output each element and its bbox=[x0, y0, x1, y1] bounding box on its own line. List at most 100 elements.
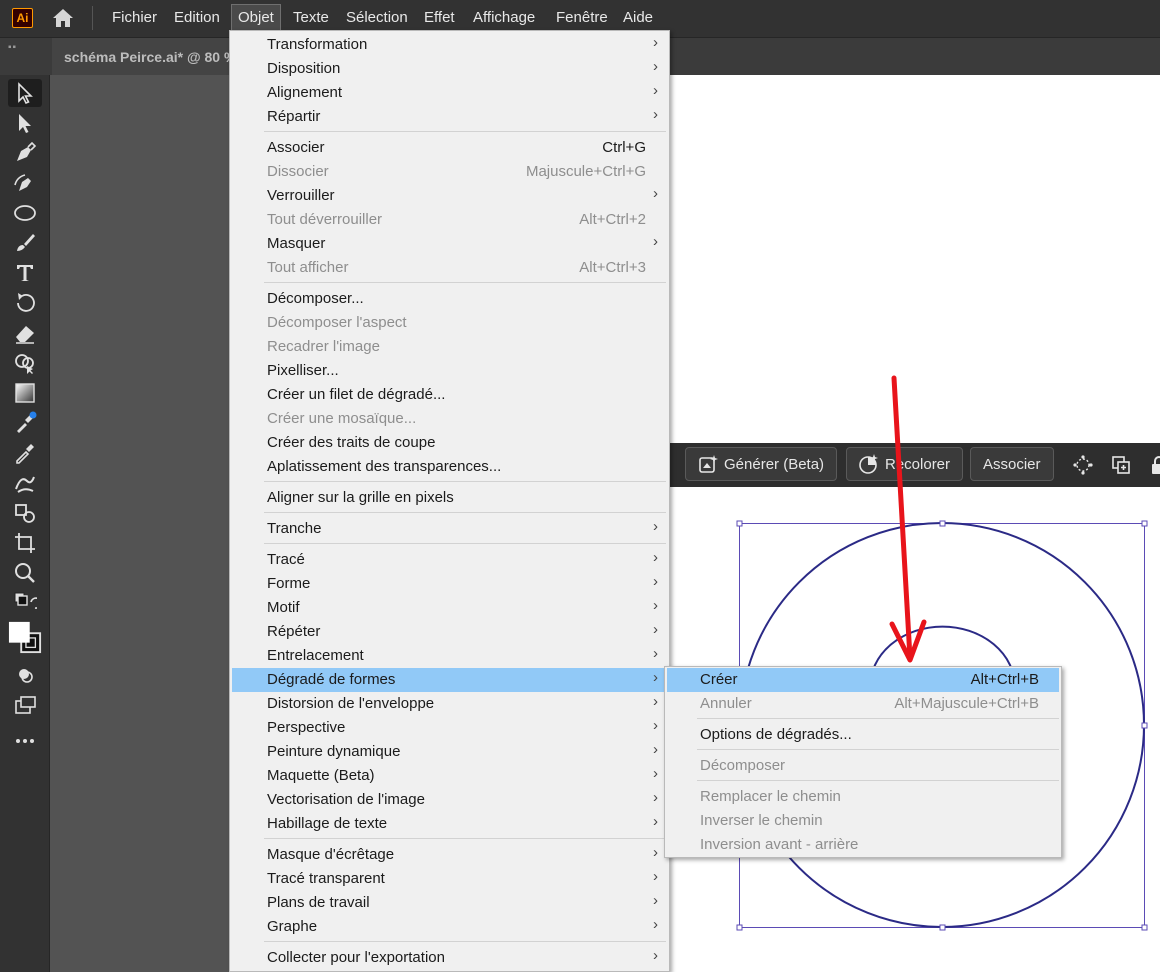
symbol-sprayer-tool-icon[interactable] bbox=[8, 499, 42, 527]
submenu-item-creer[interactable]: Créer Alt+Ctrl+B bbox=[667, 668, 1059, 692]
menu-separator bbox=[264, 131, 666, 132]
eyedropper-tool-icon[interactable] bbox=[8, 439, 42, 467]
menu-objet[interactable]: Objet bbox=[231, 4, 281, 31]
menu-item-vectorisation-de-l-image[interactable]: Vectorisation de l'image › bbox=[232, 788, 668, 812]
menu-item-collecter-pour-l-exportation[interactable]: Collecter pour l'exportation › bbox=[232, 946, 668, 970]
menu-item-graphe[interactable]: Graphe › bbox=[232, 915, 668, 939]
menu-item-maquette-beta[interactable]: Maquette (Beta) › bbox=[232, 764, 668, 788]
pen-tool-icon[interactable] bbox=[8, 139, 42, 167]
home-icon[interactable] bbox=[50, 6, 76, 30]
menu-item-aligner-sur-la-grille-en-pixels[interactable]: Aligner sur la grille en pixels bbox=[232, 486, 668, 510]
menu-item-plans-de-travail[interactable]: Plans de travail › bbox=[232, 891, 668, 915]
submenu-item-label: Décomposer bbox=[700, 757, 786, 774]
menu-item-label: Aligner sur la grille en pixels bbox=[267, 489, 454, 506]
menu-item-entrelacement[interactable]: Entrelacement › bbox=[232, 644, 668, 668]
menu-item-distorsion-de-l-enveloppe[interactable]: Distorsion de l'enveloppe › bbox=[232, 692, 668, 716]
menu-item-aplatissement-des-transparences[interactable]: Aplatissement des transparences... bbox=[232, 455, 668, 479]
menu-item-tout-deverrouiller: Tout déverrouiller Alt+Ctrl+2 bbox=[232, 208, 668, 232]
selection-tool-icon[interactable] bbox=[8, 79, 42, 107]
menu-item-masquer[interactable]: Masquer › bbox=[232, 232, 668, 256]
submenu-separator bbox=[697, 718, 1059, 719]
shape-builder-tool-icon[interactable] bbox=[8, 349, 42, 377]
menu-item-label: Décomposer l'aspect bbox=[267, 314, 407, 331]
menu-item-peinture-dynamique[interactable]: Peinture dynamique › bbox=[232, 740, 668, 764]
menu-item-decomposer[interactable]: Décomposer... bbox=[232, 287, 668, 311]
menu-effet[interactable]: Effet bbox=[418, 4, 461, 31]
menu-item-trace-transparent[interactable]: Tracé transparent › bbox=[232, 867, 668, 891]
menu-item-creer-des-traits-de-coupe[interactable]: Créer des traits de coupe bbox=[232, 431, 668, 455]
menu-item-motif[interactable]: Motif › bbox=[232, 596, 668, 620]
menu-item-label: Répéter bbox=[267, 623, 321, 640]
menu-item-perspective[interactable]: Perspective › bbox=[232, 716, 668, 740]
lock-icon[interactable] bbox=[1149, 455, 1160, 475]
chevron-right-icon: › bbox=[653, 741, 658, 758]
submenu-item-inversion-avant-arriere: Inversion avant - arrière bbox=[667, 833, 1059, 857]
menu-edition[interactable]: Edition bbox=[168, 4, 226, 31]
curvature-tool-icon[interactable] bbox=[8, 169, 42, 197]
direct-selection-tool-icon[interactable] bbox=[8, 109, 42, 137]
document-tab[interactable]: schéma Peirce.ai* @ 80 % bbox=[52, 38, 242, 76]
menu-item-masque-d-ecretage[interactable]: Masque d'écrêtage › bbox=[232, 843, 668, 867]
menu-item-label: Décomposer... bbox=[267, 290, 364, 307]
chevron-right-icon: › bbox=[653, 549, 658, 566]
menu-item-transformation[interactable]: Transformation › bbox=[232, 33, 668, 57]
chevron-right-icon: › bbox=[653, 58, 658, 75]
submenu-item-decomposer: Décomposer bbox=[667, 754, 1059, 778]
paintbrush-tool-icon[interactable] bbox=[8, 229, 42, 257]
menu-affichage[interactable]: Affichage bbox=[467, 4, 541, 31]
menu-fichier[interactable]: Fichier bbox=[106, 4, 163, 31]
menu-item-repeter[interactable]: Répéter › bbox=[232, 620, 668, 644]
menu-item-pixelliser[interactable]: Pixelliser... bbox=[232, 359, 668, 383]
group-label: Associer bbox=[983, 455, 1041, 473]
gradient-tool-icon[interactable] bbox=[8, 379, 42, 407]
isolate-icon[interactable] bbox=[1073, 455, 1093, 475]
menu-item-associer[interactable]: Associer Ctrl+G bbox=[232, 136, 668, 160]
menu-item-forme[interactable]: Forme › bbox=[232, 572, 668, 596]
submenu-item-options-de-degrades[interactable]: Options de dégradés... bbox=[667, 723, 1059, 747]
menu-item-degrade-de-formes[interactable]: Dégradé de formes › bbox=[232, 668, 668, 692]
chevron-right-icon: › bbox=[653, 844, 658, 861]
screen-mode-icon[interactable] bbox=[8, 693, 42, 717]
menu-item-label: Aplatissement des transparences... bbox=[267, 458, 502, 475]
chevron-right-icon: › bbox=[653, 82, 658, 99]
menu-item-label: Tout déverrouiller bbox=[267, 211, 383, 228]
swap-colors-icon[interactable] bbox=[8, 591, 42, 613]
chevron-right-icon: › bbox=[653, 106, 658, 123]
menu-texte[interactable]: Texte bbox=[287, 4, 335, 31]
menu-separator bbox=[264, 282, 666, 283]
menu-item-disposition[interactable]: Disposition › bbox=[232, 57, 668, 81]
menu-selection[interactable]: Sélection bbox=[340, 4, 414, 31]
chevron-right-icon: › bbox=[653, 947, 658, 964]
menu-item-habillage-de-texte[interactable]: Habillage de texte › bbox=[232, 812, 668, 836]
menu-fenetre[interactable]: Fenêtre bbox=[550, 4, 614, 31]
rotate-tool-icon[interactable] bbox=[8, 289, 42, 317]
puppet-warp-tool-icon[interactable] bbox=[8, 469, 42, 497]
menu-item-trace[interactable]: Tracé › bbox=[232, 548, 668, 572]
fill-stroke-swatch[interactable] bbox=[8, 617, 42, 657]
menu-item-label: Motif bbox=[267, 599, 300, 616]
duplicate-icon[interactable] bbox=[1111, 455, 1131, 475]
menu-aide[interactable]: Aide bbox=[617, 4, 659, 31]
drawing-mode-icon[interactable] bbox=[8, 663, 42, 687]
menu-item-creer-un-filet-de-degrade[interactable]: Créer un filet de dégradé... bbox=[232, 383, 668, 407]
panel-grip-icon[interactable]: ▪▪ bbox=[8, 42, 17, 53]
menu-item-tranche[interactable]: Tranche › bbox=[232, 517, 668, 541]
menu-item-verrouiller[interactable]: Verrouiller › bbox=[232, 184, 668, 208]
eyedropper-blend-tool-icon[interactable] bbox=[8, 409, 42, 437]
zoom-tool-icon[interactable] bbox=[8, 559, 42, 587]
document-tab-title: schéma Peirce.ai* @ 80 % bbox=[64, 49, 237, 65]
ellipse-tool-icon[interactable] bbox=[8, 199, 42, 227]
eraser-tool-icon[interactable] bbox=[8, 319, 42, 347]
artboard-tool-icon[interactable] bbox=[8, 529, 42, 557]
menu-item-recadrer-l-image: Recadrer l'image bbox=[232, 335, 668, 359]
group-button[interactable]: Associer bbox=[970, 447, 1054, 481]
menu-item-dissocier: Dissocier Majuscule+Ctrl+G bbox=[232, 160, 668, 184]
menu-separator bbox=[264, 941, 666, 942]
generate-button[interactable]: Générer (Beta) bbox=[685, 447, 838, 481]
submenu-item-label: Inversion avant - arrière bbox=[700, 836, 859, 853]
menu-item-repartir[interactable]: Répartir › bbox=[232, 105, 668, 129]
menu-item-alignement[interactable]: Alignement › bbox=[232, 81, 668, 105]
more-tools-icon[interactable] bbox=[8, 731, 42, 751]
type-tool-icon[interactable] bbox=[8, 259, 42, 287]
menu-separator bbox=[264, 512, 666, 513]
